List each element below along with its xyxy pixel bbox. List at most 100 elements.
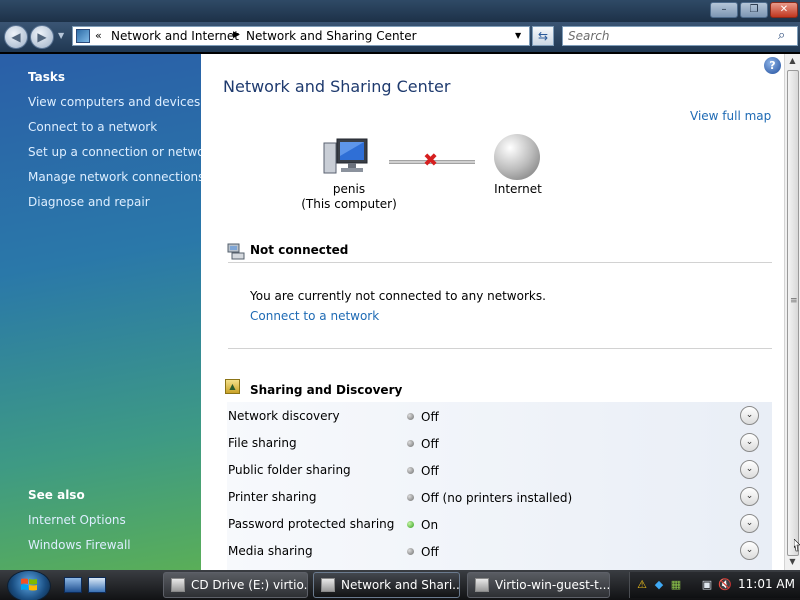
maximize-button[interactable]: ❐ xyxy=(740,2,768,18)
expand-chevron-icon[interactable]: ⌄ xyxy=(740,460,759,479)
windows-defender-icon[interactable]: ◆ xyxy=(652,577,666,592)
sidebar-link-connect-to-a-network[interactable]: Connect to a network xyxy=(28,120,157,134)
notification-area: ⚠ ◆ ▦ ▣ 🔇 11:01 AM xyxy=(629,572,800,598)
sharing-discovery-title: Sharing and Discovery xyxy=(250,383,403,397)
main-content: ? Network and Sharing Center View full m… xyxy=(201,54,784,570)
back-arrow-icon: ◀ xyxy=(11,30,21,44)
volume-muted-icon[interactable]: 🔇 xyxy=(718,577,732,592)
taskbar-button-network-sharing[interactable]: Network and Shari... xyxy=(313,572,460,598)
window-title-bar: – ❐ ✕ xyxy=(0,0,800,22)
status-on-icon xyxy=(407,521,414,528)
cd-drive-icon xyxy=(171,578,185,592)
address-bar[interactable]: « Network and Internet ▶ Network and Sha… xyxy=(72,26,530,46)
breadcrumb-network-and-sharing-center[interactable]: Network and Sharing Center xyxy=(246,29,417,43)
setting-label: Public folder sharing xyxy=(228,463,351,477)
sidebar-link-windows-firewall[interactable]: Windows Firewall xyxy=(28,538,131,552)
breadcrumb-network-and-internet[interactable]: Network and Internet xyxy=(111,29,239,43)
windows-logo-icon xyxy=(21,578,37,591)
computer-name: penis xyxy=(332,182,366,196)
search-icon[interactable]: ⌕ xyxy=(778,28,785,43)
help-icon[interactable]: ? xyxy=(764,57,781,74)
sharing-discovery-icon: ▲ xyxy=(225,379,240,394)
sidebar-link-view-computers-and-devices[interactable]: View computers and devices xyxy=(28,95,200,109)
setting-value: Off xyxy=(421,545,439,559)
tray-app-icon[interactable]: ▦ xyxy=(669,577,683,592)
close-button[interactable]: ✕ xyxy=(770,2,798,18)
taskbar-button-label: Network and Shari... xyxy=(341,578,460,592)
search-placeholder: Search xyxy=(568,29,610,43)
taskbar-button-virtio-win[interactable]: Virtio-win-guest-t... xyxy=(467,572,610,598)
tasks-heading: Tasks xyxy=(28,70,66,84)
switch-windows-icon[interactable] xyxy=(88,577,106,593)
forward-arrow-icon: ▶ xyxy=(37,30,47,44)
search-input[interactable]: Search ⌕ xyxy=(562,26,798,46)
recent-pages-dropdown[interactable]: ▼ xyxy=(58,31,64,40)
setting-label: Media sharing xyxy=(228,544,313,558)
installer-icon xyxy=(475,578,489,592)
sharing-row-public-folder-sharing: Public folder sharing Off ⌄ xyxy=(227,456,772,483)
network-disconnected-icon[interactable]: ▣ xyxy=(700,577,714,592)
setting-label: Network discovery xyxy=(228,409,340,423)
sidebar-link-manage-network-connections[interactable]: Manage network connections xyxy=(28,170,204,184)
sidebar-link-diagnose-and-repair[interactable]: Diagnose and repair xyxy=(28,195,150,209)
computer-icon[interactable] xyxy=(323,137,371,177)
scroll-down-arrow-icon[interactable]: ▼ xyxy=(787,557,798,568)
sharing-row-password-protected-sharing: Password protected sharing On ⌄ xyxy=(227,510,772,537)
setting-label: Printer sharing xyxy=(228,490,317,504)
breadcrumb-overflow-chevron[interactable]: « xyxy=(95,29,102,42)
sharing-row-file-sharing: File sharing Off ⌄ xyxy=(227,429,772,456)
back-button[interactable]: ◀ xyxy=(4,25,28,49)
setting-value: On xyxy=(421,518,439,532)
mouse-pointer-icon xyxy=(794,539,800,552)
expand-chevron-icon[interactable]: ⌄ xyxy=(740,406,759,425)
taskbar-button-label: CD Drive (E:) virtio... xyxy=(191,578,308,592)
status-off-icon xyxy=(407,440,414,447)
vertical-scrollbar[interactable]: ▲ ≡ ▼ xyxy=(784,54,800,570)
status-off-icon xyxy=(407,467,414,474)
setting-value: Off xyxy=(421,464,439,478)
forward-button[interactable]: ▶ xyxy=(30,25,54,49)
sharing-row-network-discovery: Network discovery Off ⌄ xyxy=(227,402,772,429)
disconnected-x-icon[interactable]: ✖ xyxy=(423,150,438,171)
refresh-button[interactable]: ⇆ xyxy=(532,26,554,46)
status-off-icon xyxy=(407,413,414,420)
connection-status-message: You are currently not connected to any n… xyxy=(250,289,546,303)
connect-to-network-link[interactable]: Connect to a network xyxy=(250,309,379,323)
status-off-icon xyxy=(407,548,414,555)
page-title: Network and Sharing Center xyxy=(223,77,451,96)
internet-globe-icon[interactable] xyxy=(494,134,540,180)
setting-value: Off (no printers installed) xyxy=(421,491,573,505)
clock[interactable]: 11:01 AM xyxy=(738,577,795,591)
expand-chevron-icon[interactable]: ⌄ xyxy=(740,487,759,506)
sidebar-link-internet-options[interactable]: Internet Options xyxy=(28,513,126,527)
setting-value: Off xyxy=(421,410,439,424)
view-full-map-link[interactable]: View full map xyxy=(690,109,771,123)
taskbar: CD Drive (E:) virtio... Network and Shar… xyxy=(0,570,800,600)
sharing-settings-table: Network discovery Off ⌄ File sharing Off… xyxy=(227,402,772,570)
taskbar-button-cd-drive[interactable]: CD Drive (E:) virtio... xyxy=(163,572,308,598)
sidebar-link-set-up-connection[interactable]: Set up a connection or network xyxy=(28,145,216,159)
setting-value: Off xyxy=(421,437,439,451)
network-center-icon xyxy=(76,29,90,43)
minimize-button[interactable]: – xyxy=(710,2,738,18)
scrollbar-thumb[interactable]: ≡ xyxy=(787,70,799,556)
address-dropdown-button[interactable]: ▼ xyxy=(515,31,521,40)
breadcrumb-separator-arrow-icon[interactable]: ▶ xyxy=(233,30,240,40)
connection-status-title: Not connected xyxy=(250,243,349,257)
sharing-row-printer-sharing: Printer sharing Off (no printers install… xyxy=(227,483,772,510)
computer-subtitle: (This computer) xyxy=(301,197,397,211)
security-alert-icon[interactable]: ⚠ xyxy=(635,577,649,592)
expand-chevron-icon[interactable]: ⌄ xyxy=(740,541,759,560)
expand-chevron-icon[interactable]: ⌄ xyxy=(740,433,759,452)
taskbar-button-label: Virtio-win-guest-t... xyxy=(495,578,610,592)
see-also-heading: See also xyxy=(28,488,85,502)
status-off-icon xyxy=(407,494,414,501)
scroll-up-arrow-icon[interactable]: ▲ xyxy=(787,56,798,67)
show-desktop-icon[interactable] xyxy=(64,577,82,593)
tasks-sidebar: Tasks View computers and devices Connect… xyxy=(0,54,216,570)
sharing-row-media-sharing: Media sharing Off ⌄ xyxy=(227,537,772,564)
internet-label: Internet xyxy=(494,182,542,196)
expand-chevron-icon[interactable]: ⌄ xyxy=(740,514,759,533)
refresh-icon: ⇆ xyxy=(537,29,549,43)
scrollbar-grip-icon: ≡ xyxy=(790,296,798,306)
